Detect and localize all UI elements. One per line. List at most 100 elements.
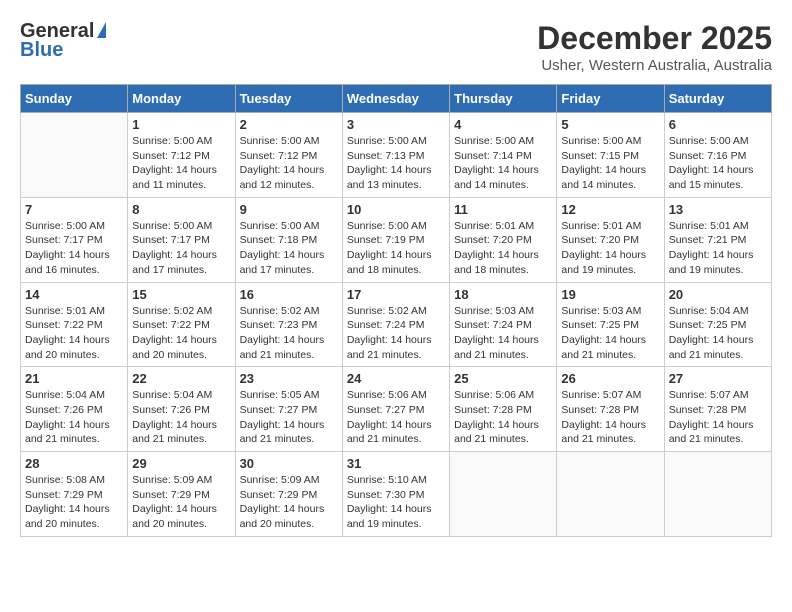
header-day: Friday: [557, 85, 664, 113]
day-number: 2: [240, 117, 338, 132]
calendar-cell: 2Sunrise: 5:00 AMSunset: 7:12 PMDaylight…: [235, 113, 342, 198]
day-info: Sunrise: 5:06 AMSunset: 7:28 PMDaylight:…: [454, 388, 552, 447]
calendar-cell: 21 Sunrise: 5:04 AMSunset: 7:26 PMDayligh…: [21, 367, 128, 452]
header-day: Thursday: [450, 85, 557, 113]
day-number: 30: [240, 456, 338, 471]
calendar-week-row: 21 Sunrise: 5:04 AMSunset: 7:26 PMDayligh…: [21, 367, 772, 452]
calendar-cell: [664, 452, 771, 537]
day-info: Sunrise: 5:03 AMSunset: 7:24 PMDaylight:…: [454, 304, 552, 363]
calendar-cell: [557, 452, 664, 537]
day-number: 1: [132, 117, 230, 132]
day-number: 16: [240, 287, 338, 302]
day-info: Sunrise: 5:02 AMSunset: 7:24 PMDaylight:…: [347, 304, 445, 363]
day-info: Sunrise: 5:00 AMSunset: 7:17 PMDaylight:…: [132, 219, 230, 278]
day-info: Sunrise: 5:04 AMSunset: 7:26 PMDaylight:…: [132, 388, 230, 447]
calendar-cell: 31 Sunrise: 5:10 AMSunset: 7:30 PMDayligh…: [342, 452, 449, 537]
day-number: 22: [132, 371, 230, 386]
day-number: 28: [25, 456, 123, 471]
calendar-cell: 1 Sunrise: 5:00 AMSunset: 7:12 PMDaylight…: [128, 113, 235, 198]
day-info: Sunrise: 5:06 AMSunset: 7:27 PMDaylight:…: [347, 388, 445, 447]
day-number: 31: [347, 456, 445, 471]
day-number: 17: [347, 287, 445, 302]
calendar-cell: 3Sunrise: 5:00 AMSunset: 7:13 PMDaylight…: [342, 113, 449, 198]
title-block: December 2025 Usher, Western Australia, …: [537, 20, 772, 74]
day-number: 7: [25, 202, 123, 217]
header-day: Monday: [128, 85, 235, 113]
calendar-cell: 12 Sunrise: 5:01 AMSunset: 7:20 PMDayligh…: [557, 197, 664, 282]
day-info: Sunrise: 5:10 AMSunset: 7:30 PMDaylight:…: [347, 473, 445, 532]
page-header: General Blue December 2025 Usher, Wester…: [20, 20, 772, 74]
calendar-cell: 17 Sunrise: 5:02 AMSunset: 7:24 PMDayligh…: [342, 282, 449, 367]
calendar-cell: 9Sunrise: 5:00 AMSunset: 7:18 PMDaylight…: [235, 197, 342, 282]
day-number: 5: [561, 117, 659, 132]
header-day: Sunday: [21, 85, 128, 113]
day-number: 21: [25, 371, 123, 386]
calendar-cell: 15Sunrise: 5:02 AMSunset: 7:22 PMDayligh…: [128, 282, 235, 367]
day-info: Sunrise: 5:00 AMSunset: 7:16 PMDaylight:…: [669, 134, 767, 193]
calendar-cell: 26Sunrise: 5:07 AMSunset: 7:28 PMDayligh…: [557, 367, 664, 452]
calendar-cell: 22 Sunrise: 5:04 AMSunset: 7:26 PMDayligh…: [128, 367, 235, 452]
day-number: 9: [240, 202, 338, 217]
calendar-cell: 7 Sunrise: 5:00 AMSunset: 7:17 PMDaylight…: [21, 197, 128, 282]
header-day: Tuesday: [235, 85, 342, 113]
calendar-header: SundayMondayTuesdayWednesdayThursdayFrid…: [21, 85, 772, 113]
calendar-cell: 8 Sunrise: 5:00 AMSunset: 7:17 PMDaylight…: [128, 197, 235, 282]
header-row: SundayMondayTuesdayWednesdayThursdayFrid…: [21, 85, 772, 113]
day-number: 6: [669, 117, 767, 132]
calendar-cell: 16 Sunrise: 5:02 AMSunset: 7:23 PMDayligh…: [235, 282, 342, 367]
day-number: 29: [132, 456, 230, 471]
day-number: 10: [347, 202, 445, 217]
calendar-cell: 28Sunrise: 5:08 AMSunset: 7:29 PMDayligh…: [21, 452, 128, 537]
day-info: Sunrise: 5:09 AMSunset: 7:29 PMDaylight:…: [240, 473, 338, 532]
header-day: Wednesday: [342, 85, 449, 113]
calendar-cell: 24 Sunrise: 5:06 AMSunset: 7:27 PMDayligh…: [342, 367, 449, 452]
day-info: Sunrise: 5:00 AMSunset: 7:14 PMDaylight:…: [454, 134, 552, 193]
day-number: 11: [454, 202, 552, 217]
calendar-table: SundayMondayTuesdayWednesdayThursdayFrid…: [20, 84, 772, 537]
day-number: 26: [561, 371, 659, 386]
day-info: Sunrise: 5:01 AMSunset: 7:20 PMDaylight:…: [561, 219, 659, 278]
calendar-week-row: 7 Sunrise: 5:00 AMSunset: 7:17 PMDaylight…: [21, 197, 772, 282]
day-info: Sunrise: 5:01 AMSunset: 7:22 PMDaylight:…: [25, 304, 123, 363]
calendar-week-row: 14 Sunrise: 5:01 AMSunset: 7:22 PMDayligh…: [21, 282, 772, 367]
day-info: Sunrise: 5:07 AMSunset: 7:28 PMDaylight:…: [669, 388, 767, 447]
calendar-week-row: 1 Sunrise: 5:00 AMSunset: 7:12 PMDaylight…: [21, 113, 772, 198]
day-number: 19: [561, 287, 659, 302]
day-info: Sunrise: 5:03 AMSunset: 7:25 PMDaylight:…: [561, 304, 659, 363]
day-info: Sunrise: 5:00 AMSunset: 7:17 PMDaylight:…: [25, 219, 123, 278]
calendar-cell: 14 Sunrise: 5:01 AMSunset: 7:22 PMDayligh…: [21, 282, 128, 367]
calendar-cell: 4Sunrise: 5:00 AMSunset: 7:14 PMDaylight…: [450, 113, 557, 198]
calendar-title: December 2025: [537, 20, 772, 57]
calendar-subtitle: Usher, Western Australia, Australia: [537, 57, 772, 74]
calendar-cell: 25 Sunrise: 5:06 AMSunset: 7:28 PMDayligh…: [450, 367, 557, 452]
day-number: 24: [347, 371, 445, 386]
logo: General Blue: [20, 20, 106, 62]
day-info: Sunrise: 5:04 AMSunset: 7:26 PMDaylight:…: [25, 388, 123, 447]
day-number: 15: [132, 287, 230, 302]
day-info: Sunrise: 5:00 AMSunset: 7:19 PMDaylight:…: [347, 219, 445, 278]
day-number: 8: [132, 202, 230, 217]
day-number: 18: [454, 287, 552, 302]
day-info: Sunrise: 5:02 AMSunset: 7:23 PMDaylight:…: [240, 304, 338, 363]
day-info: Sunrise: 5:04 AMSunset: 7:25 PMDaylight:…: [669, 304, 767, 363]
calendar-cell: 19 Sunrise: 5:03 AMSunset: 7:25 PMDayligh…: [557, 282, 664, 367]
day-number: 13: [669, 202, 767, 217]
day-number: 12: [561, 202, 659, 217]
calendar-cell: [21, 113, 128, 198]
day-number: 14: [25, 287, 123, 302]
day-info: Sunrise: 5:00 AMSunset: 7:12 PMDaylight:…: [132, 134, 230, 193]
logo-triangle-icon: [97, 22, 106, 38]
calendar-cell: 6 Sunrise: 5:00 AMSunset: 7:16 PMDaylight…: [664, 113, 771, 198]
calendar-body: 1 Sunrise: 5:00 AMSunset: 7:12 PMDaylight…: [21, 113, 772, 537]
day-number: 20: [669, 287, 767, 302]
header-day: Saturday: [664, 85, 771, 113]
day-info: Sunrise: 5:05 AMSunset: 7:27 PMDaylight:…: [240, 388, 338, 447]
day-info: Sunrise: 5:09 AMSunset: 7:29 PMDaylight:…: [132, 473, 230, 532]
calendar-cell: 11Sunrise: 5:01 AMSunset: 7:20 PMDayligh…: [450, 197, 557, 282]
calendar-cell: [450, 452, 557, 537]
day-info: Sunrise: 5:00 AMSunset: 7:13 PMDaylight:…: [347, 134, 445, 193]
day-number: 27: [669, 371, 767, 386]
calendar-cell: 10 Sunrise: 5:00 AMSunset: 7:19 PMDayligh…: [342, 197, 449, 282]
calendar-cell: 5Sunrise: 5:00 AMSunset: 7:15 PMDaylight…: [557, 113, 664, 198]
day-number: 25: [454, 371, 552, 386]
